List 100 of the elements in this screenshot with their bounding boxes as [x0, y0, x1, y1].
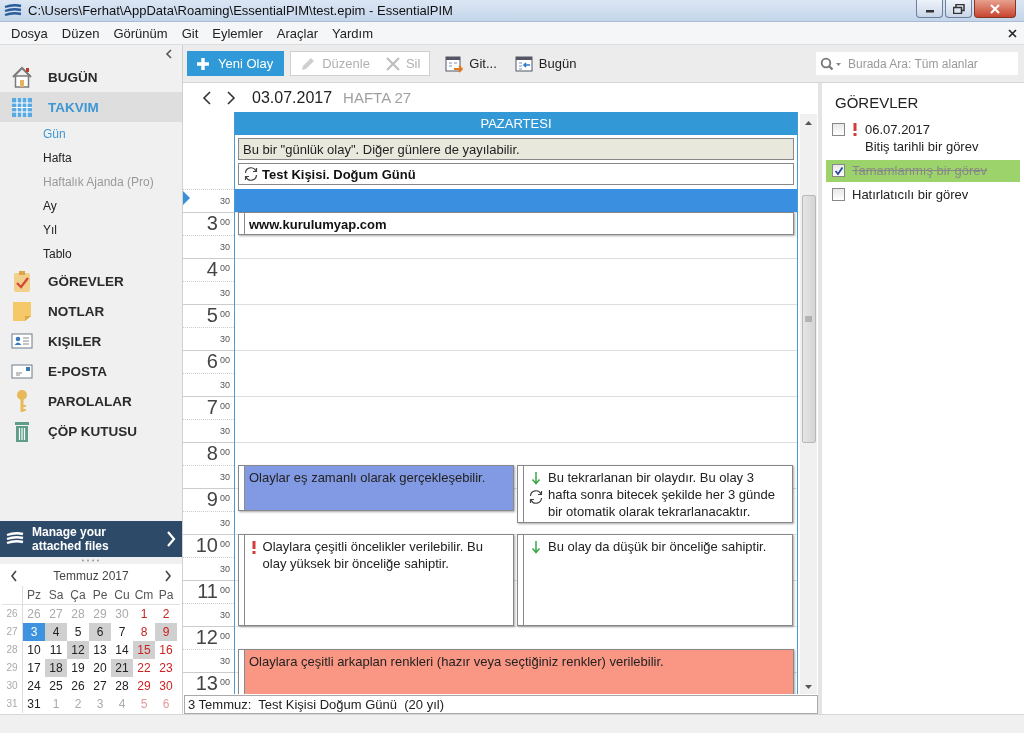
nav-item[interactable]: KIŞILER [0, 326, 182, 356]
menu-item[interactable]: Düzen [54, 25, 107, 41]
view-item[interactable]: Ay [0, 194, 182, 218]
calendar-day[interactable]: 24 [23, 677, 45, 695]
checkbox[interactable] [832, 123, 845, 136]
calendar-day[interactable]: 16 [155, 641, 177, 659]
menu-item[interactable]: Yardım [325, 25, 380, 41]
calendar-day[interactable]: 12 [67, 641, 89, 659]
calendar-day[interactable]: 8 [133, 623, 155, 641]
splitter-grip-icon[interactable] [81, 559, 101, 562]
next-month-icon[interactable] [164, 570, 172, 582]
calendar-day[interactable]: 5 [67, 623, 89, 641]
minute-label: 00 [220, 538, 230, 551]
hour-label: 7 [206, 397, 218, 418]
view-item[interactable]: Tablo [0, 242, 182, 266]
task-item[interactable]: Hatırlatıcılı bir görev [826, 184, 1020, 206]
scroll-down-icon[interactable] [805, 685, 812, 690]
next-day-icon[interactable] [226, 89, 236, 106]
calendar-day[interactable]: 21 [111, 659, 133, 677]
today-button[interactable]: Bugün [511, 52, 580, 75]
minute-label: 30 [220, 287, 230, 300]
weekday-label: Pe [91, 587, 109, 604]
event-card[interactable]: Bu tekrarlanan bir olaydır. Bu olay 3 hafta sonra bitecek şekilde her 3 günde bir otomatik olarak tekrarlanacaktır. [517, 465, 793, 523]
event-card[interactable]: Olaylar eş zamanlı olarak gerçekleşebilir. [238, 465, 514, 511]
previous-month-icon[interactable] [10, 570, 18, 582]
calendar-day[interactable]: 26 [67, 677, 89, 695]
view-item[interactable]: Yıl [0, 218, 182, 242]
calendar-day[interactable]: 19 [67, 659, 89, 677]
calendar-day[interactable]: 1 [133, 605, 155, 623]
day-header: PAZARTESI [235, 112, 797, 135]
calendar-day[interactable]: 23 [155, 659, 177, 677]
go-to-button[interactable]: Git... [442, 52, 500, 75]
nav-item[interactable]: BUGÜN [0, 62, 182, 92]
view-item[interactable]: Hafta [0, 146, 182, 170]
week-number: HAFTA 27 [343, 89, 412, 106]
event-card[interactable]: www.kurulumyap.com [238, 212, 794, 235]
minute-label: 00 [220, 446, 230, 459]
checkbox[interactable] [832, 188, 845, 201]
low-priority-icon [531, 471, 541, 485]
plus-icon [196, 56, 210, 71]
calendar-day[interactable]: 27 [89, 677, 111, 695]
minute-label: 00 [220, 216, 230, 229]
event-card[interactable]: Olaylara çeşitli öncelikler verilebilir. Bu olay yüksek bir önceliğe sahiptir. [238, 534, 514, 626]
menu-item[interactable]: Araçlar [269, 25, 326, 41]
calendar-day[interactable]: 15 [133, 641, 155, 659]
hour-label: 12 [195, 627, 218, 648]
calendar-day[interactable]: 7 [111, 623, 133, 641]
calendar-day[interactable]: 28 [111, 677, 133, 695]
menu-item[interactable]: Git [174, 25, 206, 41]
close-button[interactable] [974, 0, 1016, 18]
calendar-day[interactable]: 30 [155, 677, 177, 695]
calendar-day[interactable]: 17 [23, 659, 45, 677]
calendar-day[interactable]: 9 [155, 623, 177, 641]
event-card[interactable]: Olaylara çeşitli arkaplan renkleri (hazır veya seçtiğiniz renkler) verilebilir. [238, 649, 794, 694]
event-text: Olaylar eş zamanlı olarak gerçekleşebilir. [249, 469, 486, 487]
nav-item[interactable]: PAROLALAR [0, 386, 182, 416]
calendar-day[interactable]: 10 [23, 641, 45, 659]
calendar-day[interactable]: 14 [111, 641, 133, 659]
previous-day-icon[interactable] [202, 89, 212, 106]
nav-item[interactable]: NOTLAR [0, 296, 182, 326]
event-card[interactable]: Bu olay da düşük bir önceliğe sahiptir. [517, 534, 793, 626]
task-label: Hatırlatıcılı bir görev [852, 186, 969, 203]
current-date: 03.07.2017 [252, 88, 333, 107]
calendar-day[interactable]: 11 [45, 641, 67, 659]
checkbox[interactable] [832, 164, 845, 177]
nav-item[interactable]: E-POSTA [0, 356, 182, 386]
calendar-day[interactable]: 25 [45, 677, 67, 695]
menu-item[interactable]: Görünüm [106, 25, 175, 41]
scroll-up-icon[interactable] [805, 120, 812, 125]
minute-label: 00 [220, 262, 230, 275]
notes-icon [10, 299, 34, 323]
attached-files-banner[interactable]: Manage your attached files [0, 521, 182, 557]
search-field[interactable]: Burada Ara: Tüm alanlar [816, 52, 1018, 75]
maximize-button[interactable] [945, 0, 972, 18]
menu-item[interactable]: Eylemler [205, 25, 270, 41]
scrollbar[interactable] [800, 114, 817, 694]
minimize-button[interactable] [916, 0, 943, 18]
calendar-day[interactable]: 2 [155, 605, 177, 623]
calendar-day[interactable]: 18 [45, 659, 67, 677]
hour-label: 8 [206, 443, 218, 464]
calendar-day[interactable]: 13 [89, 641, 111, 659]
weekday-label: Pz [26, 587, 42, 604]
calendar-day[interactable]: 6 [89, 623, 111, 641]
scroll-thumb[interactable] [801, 195, 816, 443]
weekday-label: Cm [133, 587, 155, 604]
minute-label: 30 [220, 471, 230, 484]
calendar-day[interactable]: 20 [89, 659, 111, 677]
task-item[interactable]: 06.07.2017 Bitiş tarihli bir görev [826, 119, 1020, 158]
calendar-day[interactable]: 22 [133, 659, 155, 677]
all-day-event[interactable]: Test Kişisi. Doğum Günü [238, 163, 794, 185]
close-icon[interactable] [1008, 28, 1017, 38]
nav-item[interactable]: GÖREVLER [0, 266, 182, 296]
nav-item[interactable]: ÇÖP KUTUSU [0, 416, 182, 446]
menu-item[interactable]: Dosya [4, 25, 55, 41]
all-day-event[interactable]: Bu bir "günlük olay". Diğer günlere de yayılabilir. [238, 138, 794, 160]
calendar-day[interactable]: 29 [133, 677, 155, 695]
calendar-day[interactable]: 31 [23, 695, 45, 713]
window-title: C:\Users\Ferhat\AppData\Roaming\EssentialPIM\test.epim - EssentialPIM [28, 3, 454, 18]
calendar-day[interactable]: 4 [45, 623, 67, 641]
collapse-icon[interactable] [165, 48, 172, 59]
